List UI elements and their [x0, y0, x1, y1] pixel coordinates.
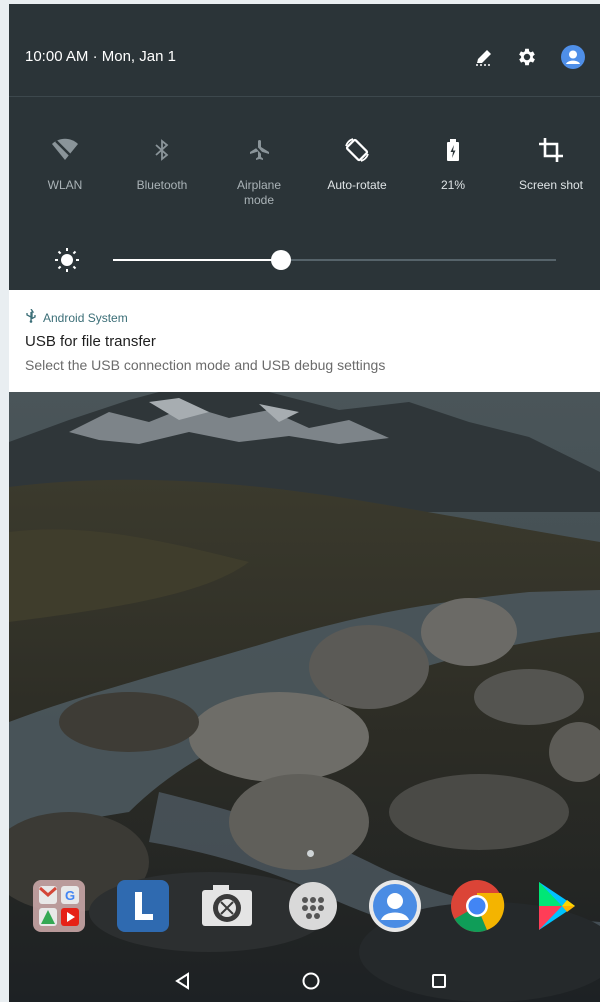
wifi-off-icon: [17, 132, 113, 168]
clock-separator: ·: [92, 48, 98, 65]
svg-text:G: G: [65, 888, 75, 903]
brightness-icon: [53, 246, 81, 274]
brightness-thumb[interactable]: [271, 250, 292, 270]
home-icon[interactable]: [296, 966, 326, 996]
crop-icon: [503, 132, 599, 168]
lenovo-launcher-app[interactable]: [115, 878, 171, 934]
back-icon[interactable]: [167, 966, 197, 996]
tile-airplane-mode[interactable]: Airplane mode: [211, 132, 307, 208]
recents-icon[interactable]: [424, 966, 454, 996]
navigation-bar: [9, 960, 600, 1002]
dock: G: [9, 874, 600, 942]
tile-label: Auto-rotate: [327, 178, 387, 192]
clock-time: 10:00 AM: [25, 48, 89, 65]
tile-bluetooth[interactable]: Bluetooth: [114, 132, 210, 193]
edit-icon[interactable]: [471, 44, 497, 70]
camera-app[interactable]: [199, 878, 255, 934]
tile-label: Screen shot: [518, 178, 584, 192]
status-header: 10:00 AM · Mon, Jan 1: [9, 4, 600, 97]
brightness-fill: [113, 259, 282, 261]
tile-auto-rotate[interactable]: Auto-rotate: [309, 132, 405, 193]
notification-title: USB for file transfer: [25, 333, 156, 350]
device-screen: 10:00 AM · Mon, Jan 1 WLAN Bluetooth Air…: [9, 4, 600, 1002]
tile-label: Airplane mode: [236, 178, 282, 207]
notification-header: Android System: [25, 308, 128, 326]
airplane-icon: [211, 132, 307, 168]
quick-tiles: WLAN Bluetooth Airplane mode Auto-rotate…: [9, 132, 600, 222]
tile-label: WLAN: [47, 178, 83, 192]
bluetooth-icon: [114, 132, 210, 168]
brightness-slider[interactable]: [113, 250, 556, 270]
quick-settings-panel: 10:00 AM · Mon, Jan 1 WLAN Bluetooth Air…: [9, 4, 600, 290]
google-apps-folder[interactable]: G: [31, 878, 87, 934]
tile-label: 21%: [440, 178, 466, 192]
tile-screenshot[interactable]: Screen shot: [503, 132, 599, 193]
notification-text: Select the USB connection mode and USB d…: [25, 357, 386, 373]
usb-icon: [25, 308, 37, 326]
page-indicator: [307, 850, 314, 857]
tile-wlan[interactable]: WLAN: [17, 132, 113, 193]
auto-rotate-icon: [309, 132, 405, 168]
clock-date: Mon, Jan 1: [101, 48, 176, 65]
account-icon[interactable]: [560, 44, 586, 70]
play-store-app[interactable]: [529, 878, 585, 934]
gear-icon[interactable]: [514, 44, 540, 70]
battery-icon: [405, 132, 501, 168]
date-time: 10:00 AM · Mon, Jan 1: [25, 48, 176, 65]
tile-label: Bluetooth: [136, 178, 188, 192]
chrome-app[interactable]: [449, 878, 505, 934]
usb-notification[interactable]: Android System USB for file transfer Sel…: [9, 290, 600, 392]
contacts-app[interactable]: [367, 878, 423, 934]
brightness-row: [9, 240, 600, 280]
app-drawer[interactable]: [285, 878, 341, 934]
tile-battery[interactable]: 21%: [405, 132, 501, 193]
notification-app-name: Android System: [43, 310, 128, 325]
